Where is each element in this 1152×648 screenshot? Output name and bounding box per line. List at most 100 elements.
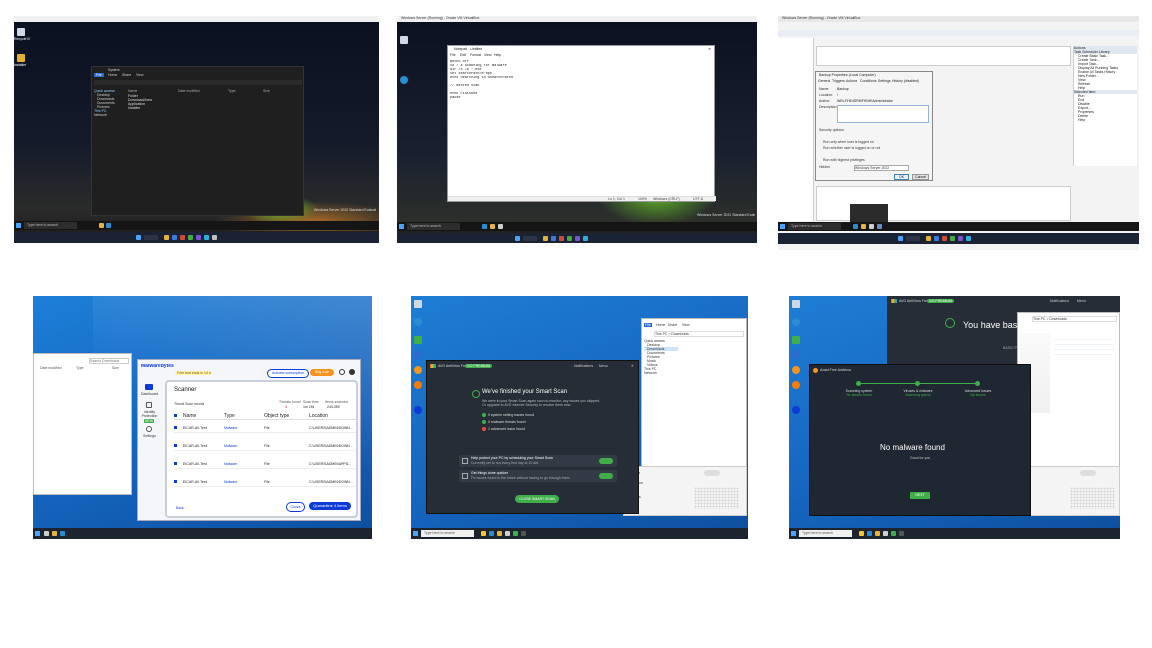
tab-home[interactable]: Home	[108, 73, 117, 77]
app-taskbar-icon[interactable]	[481, 531, 486, 536]
next-button[interactable]: NEXT	[910, 492, 930, 499]
taskbar-search[interactable]: Type here to search	[407, 223, 460, 230]
toggle-switch[interactable]	[1080, 470, 1096, 476]
col-type[interactable]: Type	[228, 89, 236, 93]
option-radio[interactable]: Run only when user is logged on	[823, 140, 874, 144]
host-app-icon[interactable]	[926, 236, 931, 241]
app-taskbar-icon[interactable]	[877, 224, 882, 229]
installer-icon[interactable]	[17, 54, 25, 62]
editor-text[interactable]: @echo off cd / # Scanning for malware di…	[450, 60, 710, 185]
col-type[interactable]: Type	[76, 366, 84, 370]
menu-link[interactable]: Menu	[599, 364, 608, 368]
host-app-icon[interactable]	[172, 235, 177, 240]
host-app-icon[interactable]	[966, 236, 971, 241]
app-taskbar-icon[interactable]	[867, 531, 872, 536]
menu-link[interactable]: Menu	[1077, 299, 1086, 303]
address-bar[interactable]: This PC > Downloads	[654, 331, 744, 337]
col-size[interactable]: Size	[263, 89, 270, 93]
close-icon[interactable]: ✕	[631, 364, 634, 368]
tab-conditions[interactable]: Conditions	[860, 79, 877, 83]
menu-view[interactable]: View	[484, 53, 492, 57]
col-name[interactable]: Name	[183, 413, 196, 419]
start-button[interactable]	[399, 224, 404, 229]
row-checkbox[interactable]	[174, 480, 177, 483]
toggle-switch[interactable]	[599, 473, 613, 479]
host-app-icon[interactable]	[575, 236, 580, 241]
start-button[interactable]	[791, 531, 796, 536]
toggle-switch[interactable]	[599, 458, 613, 464]
cancel-button[interactable]: Cancel	[912, 174, 929, 180]
host-app-icon[interactable]	[164, 235, 169, 240]
tab-home[interactable]: Home	[656, 323, 665, 327]
menu-help[interactable]: Help	[494, 53, 501, 57]
dashboard-icon[interactable]	[145, 384, 153, 390]
malwarebytes-desktop-icon[interactable]	[792, 406, 800, 414]
app-taskbar-icon[interactable]	[505, 531, 510, 536]
col-date[interactable]: Date modified	[178, 89, 200, 93]
activate-button[interactable]: Activate subscription	[267, 369, 309, 378]
account-icon[interactable]	[349, 369, 355, 375]
host-app-icon[interactable]	[196, 235, 201, 240]
identity-icon[interactable]	[146, 402, 152, 408]
host-app-icon[interactable]	[942, 236, 947, 241]
address-bar[interactable]	[94, 80, 302, 85]
start-button[interactable]	[780, 224, 785, 229]
app-taskbar-icon[interactable]	[513, 531, 518, 536]
recycle-bin-icon[interactable]	[792, 300, 800, 308]
description-input[interactable]	[837, 105, 929, 123]
avg-desktop-icon[interactable]	[414, 381, 422, 389]
start-button[interactable]	[413, 531, 418, 536]
buy-now-button[interactable]: Buy now	[310, 369, 334, 376]
edge-taskbar-icon[interactable]	[106, 223, 111, 228]
app-taskbar-icon[interactable]	[497, 531, 502, 536]
close-smart-scan-button[interactable]: CLOSE SMART SCAN	[515, 495, 559, 503]
explorer-taskbar-icon[interactable]	[99, 223, 104, 228]
tab-history[interactable]: History (disabled)	[892, 79, 919, 83]
taskbar-search[interactable]: Type here to search	[24, 222, 77, 229]
app-desktop-icon[interactable]	[792, 351, 800, 359]
ok-button[interactable]: OK	[894, 174, 909, 180]
tab-view[interactable]: View	[682, 323, 690, 327]
tab-view[interactable]: View	[136, 73, 144, 77]
back-link[interactable]: Back	[176, 506, 184, 510]
app-desktop-icon[interactable]	[414, 336, 422, 344]
host-app-icon[interactable]	[188, 235, 193, 240]
host-search-icon[interactable]	[523, 236, 537, 241]
host-start-icon[interactable]	[136, 235, 141, 240]
row-checkbox[interactable]	[174, 462, 177, 465]
app-taskbar-icon[interactable]	[899, 531, 904, 536]
table-row[interactable]: EICAR-AV-Test Malware File C:\USERS\ADMI…	[174, 460, 356, 469]
app-taskbar-icon[interactable]	[60, 531, 65, 536]
menu-edit[interactable]: Edit	[460, 53, 466, 57]
tab-share[interactable]: Share	[668, 323, 677, 327]
start-button[interactable]	[16, 223, 21, 228]
menu-file[interactable]: File	[450, 53, 456, 57]
app-taskbar-icon[interactable]	[891, 531, 896, 536]
col-size[interactable]: Size	[112, 366, 119, 370]
taskbar-search[interactable]: Type here to search	[421, 530, 474, 537]
row-checkbox[interactable]	[174, 444, 177, 447]
field-value[interactable]: Backup	[837, 87, 849, 91]
close-icon[interactable]: ✕	[708, 47, 711, 51]
avast-desktop-icon[interactable]	[792, 366, 800, 374]
host-app-icon[interactable]	[180, 235, 185, 240]
nav-item[interactable]: Network	[644, 371, 678, 375]
host-app-icon[interactable]	[583, 236, 588, 241]
host-search-icon[interactable]	[144, 235, 158, 240]
app-desktop-icon[interactable]	[414, 351, 422, 359]
start-button[interactable]	[35, 531, 40, 536]
avg-desktop-icon[interactable]	[792, 381, 800, 389]
app-taskbar-icon[interactable]	[489, 531, 494, 536]
app-taskbar-icon[interactable]	[490, 224, 495, 229]
menu-format[interactable]: Format	[470, 53, 481, 57]
notifications-link[interactable]: Notifications	[574, 364, 593, 368]
notifications-link[interactable]: Notifications	[1050, 299, 1069, 303]
action-item[interactable]: Help	[1074, 118, 1137, 122]
app-taskbar-icon[interactable]	[498, 224, 503, 229]
tab-general[interactable]: General	[818, 79, 830, 83]
app-taskbar-icon[interactable]	[859, 531, 864, 536]
host-app-icon[interactable]	[934, 236, 939, 241]
col-type[interactable]: Type	[224, 413, 235, 419]
host-app-icon[interactable]	[559, 236, 564, 241]
taskbar-search[interactable]: Type here to search	[799, 530, 852, 537]
